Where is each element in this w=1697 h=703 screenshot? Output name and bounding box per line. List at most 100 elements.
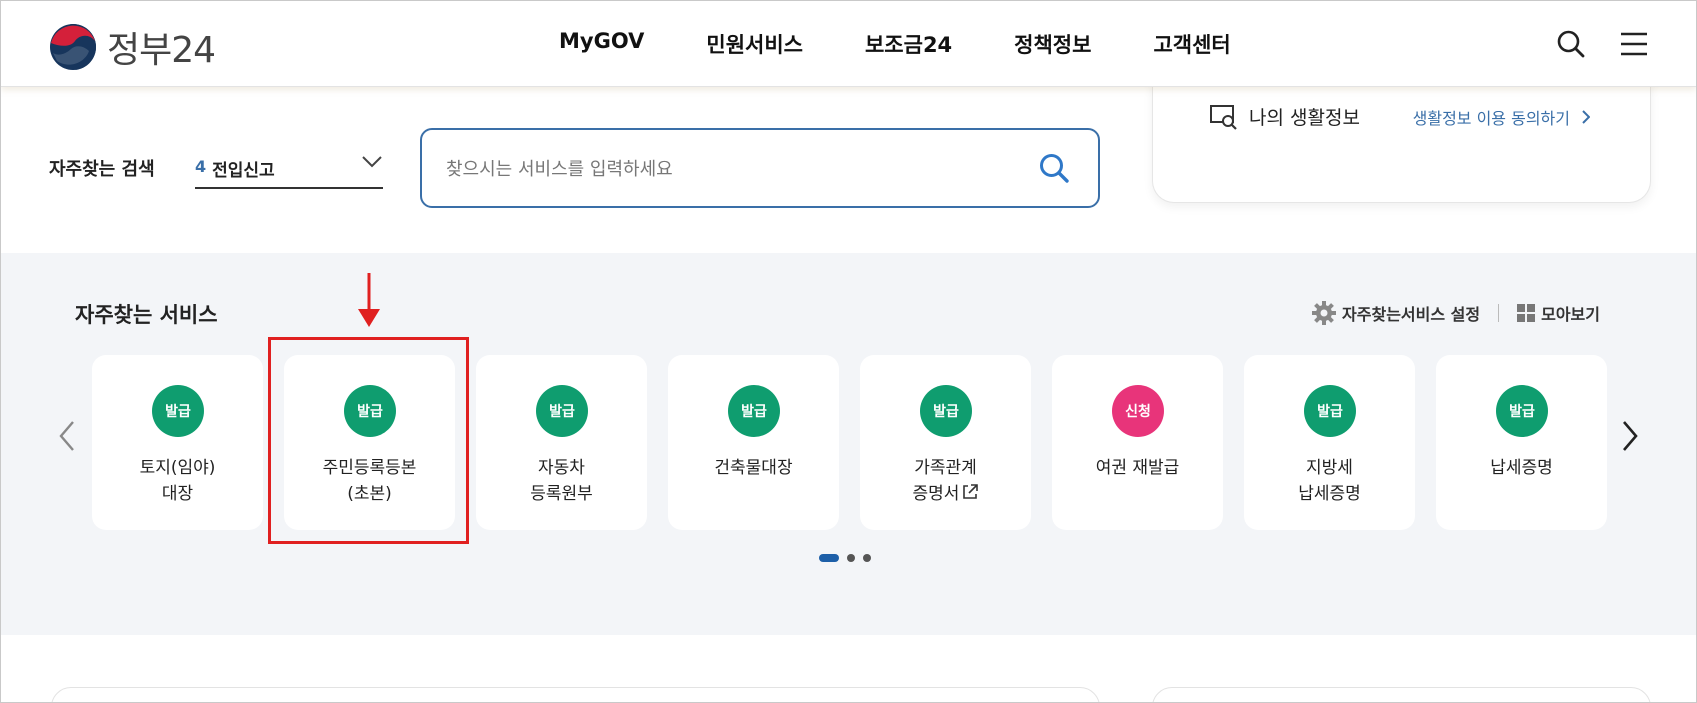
grid-icon [1517, 304, 1536, 322]
external-link-icon [963, 484, 979, 499]
life-info-card: 나의 생활정보 생활정보 이용 동의하기 [1152, 71, 1651, 203]
service-card-label-line: 등록원부 [476, 481, 647, 507]
service-card-label-text: 증명서 [912, 484, 960, 504]
service-card[interactable]: 발급주민등록등본 (초본) [284, 355, 455, 530]
service-card-label-line: 지방세 [1244, 455, 1415, 481]
gear-icon [1312, 301, 1337, 325]
chevron-down-icon [362, 156, 382, 168]
pagination-dot[interactable] [819, 554, 839, 562]
bottom-panel-right [1152, 687, 1651, 702]
red-arrow-annotation-icon [358, 273, 380, 327]
issue-badge: 발급 [536, 385, 588, 437]
apply-badge: 신청 [1112, 385, 1164, 437]
pagination-dot[interactable] [863, 554, 871, 562]
issue-badge: 발급 [344, 385, 396, 437]
main-nav: MyGOV 민원서비스 보조금24 정책정보 고객센터 [559, 29, 1231, 59]
service-card-label-line: 토지(임야) [92, 455, 263, 481]
service-card-label-line: 여권 재발급 [1052, 455, 1223, 481]
service-card-label-text: 자동차 [538, 458, 585, 478]
service-card-label-line: 가족관계 [860, 455, 1031, 481]
logo-text: 정부24 [107, 30, 216, 71]
service-card[interactable]: 발급지방세납세증명 [1244, 355, 1415, 530]
service-card-label-line: 자동차 [476, 455, 647, 481]
carousel-next-icon[interactable] [1622, 421, 1638, 451]
life-info-title-text: 나의 생활정보 [1249, 107, 1360, 129]
service-card[interactable]: 발급납세증명 [1436, 355, 1607, 530]
issue-badge: 발급 [728, 385, 780, 437]
issue-badge: 발급 [1304, 385, 1356, 437]
service-card-label-text: 가족관계 [914, 458, 977, 478]
site-header: 정부24 MyGOV 민원서비스 보조금24 정책정보 고객센터 [1, 1, 1696, 87]
nav-civil-service[interactable]: 민원서비스 [706, 29, 803, 59]
service-card-label-text: 여권 재발급 [1095, 458, 1180, 478]
frequent-search-dropdown[interactable]: 4 전입신고 [195, 151, 383, 189]
favorite-service-cards: 발급 토지(임야) 대장 발급 주민등록등본 (초본) 발급 자동차 등록원부 발급 건축물대장 발급… [92, 355, 1607, 530]
service-card-label: 지방세납세증명 [1244, 455, 1415, 507]
issue-badge: 발급 [920, 385, 972, 437]
service-search-input[interactable] [446, 152, 1006, 186]
service-card-label-line: (초본) [284, 481, 455, 507]
issue-badge: 발급 [1496, 385, 1548, 437]
menu-icon[interactable] [1620, 31, 1648, 57]
chevron-right-icon [1582, 110, 1590, 124]
service-card-label: 건축물대장 [668, 455, 839, 481]
nav-customer-center[interactable]: 고객센터 [1153, 29, 1230, 59]
taegeuk-logo-icon [50, 24, 96, 70]
service-card-label-text: 지방세 [1306, 458, 1353, 478]
service-card-label-line: 납세증명 [1244, 481, 1415, 507]
header-icons [1556, 29, 1648, 59]
nav-subsidy24[interactable]: 보조금24 [865, 29, 952, 59]
service-card[interactable]: 발급건축물대장 [668, 355, 839, 530]
service-card-label: 주민등록등본 (초본) [284, 455, 455, 507]
view-all-label: 모아보기 [1541, 305, 1600, 324]
nav-policy-info[interactable]: 정책정보 [1014, 29, 1091, 59]
life-info-consent-text: 생활정보 이용 동의하기 [1412, 109, 1570, 128]
actions-divider [1498, 304, 1500, 322]
service-card-label-text: 등록원부 [530, 484, 593, 504]
service-card-label-text: (초본) [347, 484, 392, 504]
service-card-label-line: 납세증명 [1436, 455, 1607, 481]
view-all-button[interactable]: 모아보기 [1517, 301, 1600, 325]
nav-mygov[interactable]: MyGOV [559, 29, 644, 59]
service-card-label: 토지(임야) 대장 [92, 455, 263, 507]
service-card-label-text: 납세증명 [1298, 484, 1361, 504]
service-search-box [420, 128, 1100, 208]
service-card-label-line: 대장 [92, 481, 263, 507]
carousel-prev-icon[interactable] [59, 421, 75, 451]
favorite-services-section: 자주찾는 서비스 자주찾는서비스 설정 모아보기 발급 토지(임야) 대장 발급… [1, 253, 1696, 635]
keyword-text: 전입신고 [212, 161, 275, 181]
issue-badge: 발급 [152, 385, 204, 437]
service-card-label-line: 증명서 [860, 481, 1031, 507]
service-card-label-text: 대장 [161, 484, 194, 504]
frequent-search-label: 자주찾는 검색 [49, 159, 155, 180]
service-card[interactable]: 신청여권 재발급 [1052, 355, 1223, 530]
life-info-title: 나의 생활정보 [1209, 103, 1360, 130]
service-card-label-line: 건축물대장 [668, 455, 839, 481]
service-card-label-text: 납세증명 [1490, 458, 1553, 478]
monitor-search-icon [1210, 104, 1237, 130]
service-card-label: 자동차등록원부 [476, 455, 647, 507]
page-frame: 정부24 MyGOV 민원서비스 보조금24 정책정보 고객센터 자주찾는 검색… [0, 0, 1697, 703]
favorite-services-title: 자주찾는 서비스 [75, 303, 218, 327]
search-icon[interactable] [1556, 29, 1586, 59]
life-info-consent-link[interactable]: 생활정보 이용 동의하기 [1413, 105, 1590, 129]
keyword-rank: 4 [195, 157, 207, 176]
service-card-label-text: 주민등록등본 [322, 458, 417, 478]
carousel-pagination [819, 554, 871, 562]
logo[interactable]: 정부24 [49, 21, 216, 73]
favorite-settings-label: 자주찾는서비스 설정 [1342, 305, 1481, 324]
search-submit-icon[interactable] [1038, 152, 1070, 184]
pagination-dot[interactable] [847, 554, 855, 562]
favorite-services-actions: 자주찾는서비스 설정 모아보기 [1312, 301, 1600, 325]
service-card-label-text: 건축물대장 [714, 458, 793, 478]
service-card-label: 여권 재발급 [1052, 455, 1223, 481]
favorite-settings-button[interactable]: 자주찾는서비스 설정 [1312, 301, 1480, 325]
service-card-label: 납세증명 [1436, 455, 1607, 481]
service-card-label-text: 토지(임야) [139, 458, 216, 478]
bottom-panel-left [51, 687, 1100, 702]
service-card-label: 가족관계증명서 [860, 455, 1031, 507]
service-card-label-line: 주민등록등본 [284, 455, 455, 481]
service-card[interactable]: 발급토지(임야) 대장 [92, 355, 263, 530]
service-card[interactable]: 발급자동차등록원부 [476, 355, 647, 530]
service-card[interactable]: 발급가족관계증명서 [860, 355, 1031, 530]
